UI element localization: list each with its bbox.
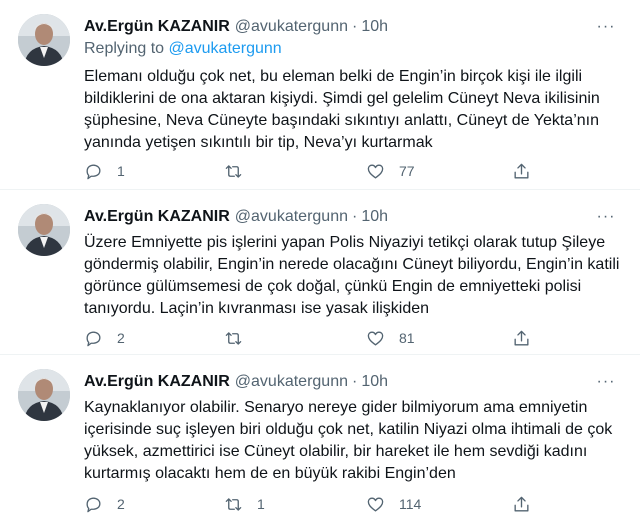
separator-dot: · (351, 373, 358, 390)
reply-button[interactable]: 2 (84, 493, 125, 515)
replying-to: Replying to @avukatergunn (84, 40, 282, 58)
avatar[interactable] (18, 14, 70, 66)
tweet-thread: Av.Ergün KAZANIR @avukatergunn · 10h ···… (0, 0, 640, 524)
tweet-actions: 1 77 (84, 160, 554, 182)
share-button[interactable] (512, 160, 531, 182)
reply-icon (86, 330, 101, 346)
like-count: 77 (399, 163, 415, 179)
retweet-icon (225, 164, 242, 178)
reply-button[interactable]: 2 (84, 327, 125, 349)
heart-icon (367, 163, 384, 179)
tweet-text: Elemanı olduğu çok net, bu eleman belki … (84, 68, 600, 151)
retweet-count: 1 (257, 496, 265, 512)
reply-count: 2 (117, 330, 125, 346)
heart-icon (367, 496, 384, 512)
share-button[interactable] (512, 327, 531, 349)
reply-icon (86, 496, 101, 512)
like-button[interactable]: 114 (366, 493, 421, 515)
author-name[interactable]: Av.Ergün KAZANIR (84, 208, 230, 226)
share-icon (514, 496, 529, 512)
tweet-time[interactable]: 10h (361, 18, 388, 36)
retweet-icon (225, 497, 242, 511)
reply-count: 2 (117, 496, 125, 512)
reply-count: 1 (117, 163, 125, 179)
retweet-button[interactable] (224, 327, 257, 349)
more-icon[interactable]: ··· (594, 371, 618, 393)
tweet-time[interactable]: 10h (361, 208, 388, 226)
heart-icon (367, 330, 384, 346)
reply-button[interactable]: 1 (84, 160, 125, 182)
separator-dot: · (351, 18, 358, 35)
tweet-actions: 2 1 114 (84, 493, 554, 515)
author-handle[interactable]: @avukatergunn (235, 208, 348, 226)
author-name[interactable]: Av.Ergün KAZANIR (84, 18, 230, 36)
avatar[interactable] (18, 369, 70, 421)
replying-to-label: Replying to (84, 40, 169, 57)
like-count: 81 (399, 330, 415, 346)
tweet-actions: 2 81 (84, 327, 554, 349)
author-handle[interactable]: @avukatergunn (235, 373, 348, 391)
tweet[interactable]: Av.Ergün KAZANIR @avukatergunn · 10h ···… (0, 0, 640, 190)
author-handle[interactable]: @avukatergunn (235, 18, 348, 36)
tweet-time[interactable]: 10h (361, 373, 388, 391)
share-icon (514, 330, 529, 346)
like-button[interactable]: 81 (366, 327, 415, 349)
more-icon[interactable]: ··· (594, 206, 618, 228)
tweet-header: Av.Ergün KAZANIR @avukatergunn · 10h (84, 371, 600, 393)
reply-icon (86, 163, 101, 179)
retweet-button[interactable]: 1 (224, 493, 265, 515)
separator-dot: · (351, 208, 358, 225)
tweet-header: Av.Ergün KAZANIR @avukatergunn · 10h (84, 206, 600, 228)
like-count: 114 (399, 496, 422, 512)
tweet[interactable]: Av.Ergün KAZANIR @avukatergunn · 10h ···… (0, 355, 640, 524)
author-name[interactable]: Av.Ergün KAZANIR (84, 373, 230, 391)
retweet-button[interactable] (224, 160, 257, 182)
replying-to-mention[interactable]: @avukatergunn (169, 40, 282, 57)
tweet[interactable]: Av.Ergün KAZANIR @avukatergunn · 10h ···… (0, 190, 640, 355)
like-button[interactable]: 77 (366, 160, 415, 182)
tweet-text: Kaynaklanıyor olabilir. Senaryo nereye g… (84, 399, 613, 482)
more-icon[interactable]: ··· (594, 16, 618, 38)
avatar[interactable] (18, 204, 70, 256)
retweet-icon (225, 331, 242, 345)
tweet-text: Üzere Emniyette pis işlerini yapan Polis… (84, 234, 620, 317)
share-button[interactable] (512, 493, 531, 515)
tweet-header: Av.Ergün KAZANIR @avukatergunn · 10h (84, 16, 600, 38)
share-icon (514, 163, 529, 179)
